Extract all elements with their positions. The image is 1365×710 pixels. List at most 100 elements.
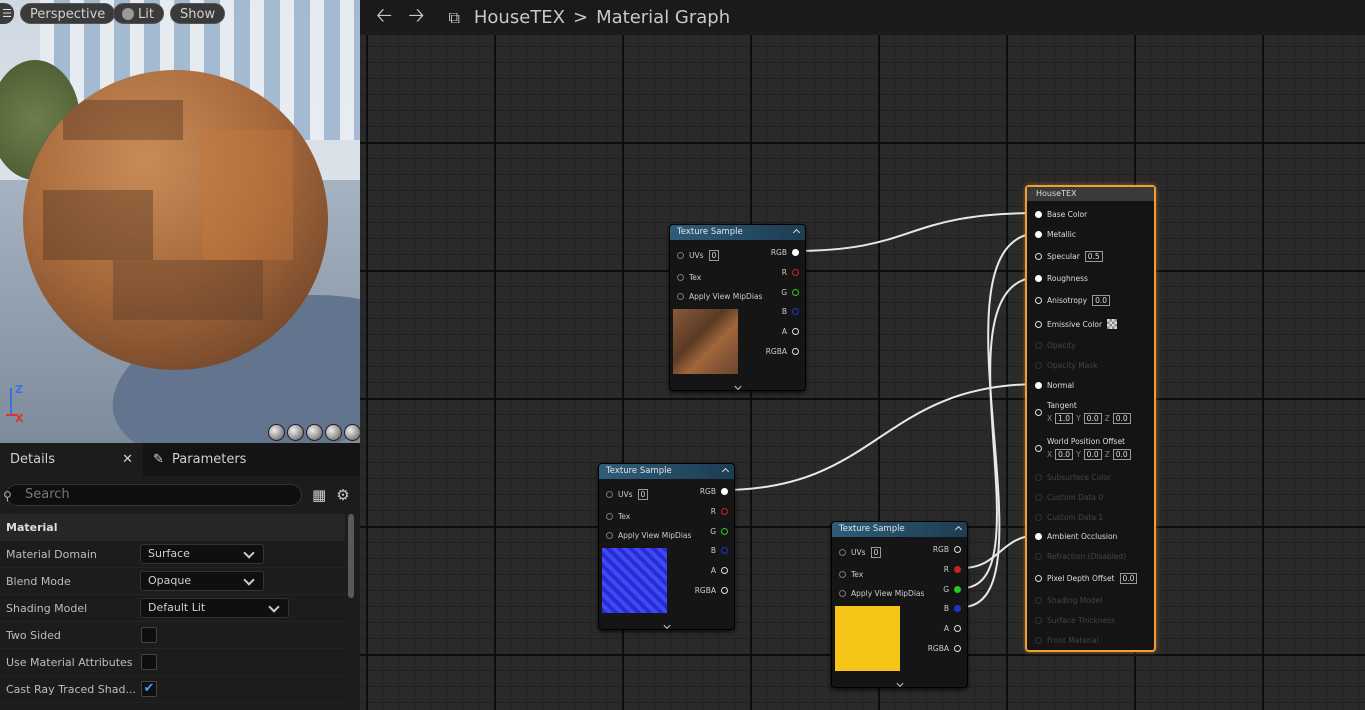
wire-rgb-to-base-color bbox=[792, 212, 1041, 252]
emissive-color-pin[interactable]: Emissive Color bbox=[1035, 319, 1118, 329]
a-output-pin[interactable]: A bbox=[711, 566, 728, 575]
tex-input-pin[interactable]: Tex bbox=[839, 570, 863, 579]
cast-ray-traced-shadows-checkbox[interactable]: ✔ bbox=[141, 681, 157, 697]
rgb-output-pin[interactable]: RGB bbox=[700, 487, 728, 496]
blend-mode-dropdown[interactable]: Opaque bbox=[140, 571, 264, 591]
property-row-shading-model: Shading Model Default Lit bbox=[0, 595, 345, 622]
property-row-two-sided: Two Sided bbox=[0, 622, 345, 649]
lit-sphere-icon bbox=[122, 8, 134, 20]
texture-sample-node-1[interactable]: Texture Sample UVs 0 Tex Apply View MipDi… bbox=[669, 224, 806, 391]
tex-input-pin[interactable]: Tex bbox=[677, 273, 701, 282]
material-graph-canvas[interactable]: 🡠 🡢 ⧉ HouseTEX > Material Graph Texture … bbox=[360, 0, 1365, 710]
chevron-down-icon[interactable] bbox=[733, 382, 742, 391]
b-output-pin[interactable]: B bbox=[944, 604, 961, 613]
pencil-icon: ✎ bbox=[153, 452, 164, 467]
property-label: Cast Ray Traced Shad... bbox=[6, 682, 136, 696]
rgba-output-pin[interactable]: RGBA bbox=[928, 644, 961, 653]
lit-button[interactable]: Lit bbox=[113, 3, 164, 24]
details-scrollbar[interactable] bbox=[348, 514, 354, 598]
cube-preview-icon[interactable] bbox=[325, 424, 342, 441]
a-output-pin[interactable]: A bbox=[944, 624, 961, 633]
rgb-output-pin[interactable]: RGB bbox=[771, 248, 799, 257]
show-button[interactable]: Show bbox=[170, 3, 226, 24]
tab-parameters[interactable]: ✎ Parameters bbox=[143, 443, 256, 476]
table-view-icon[interactable]: ▦ bbox=[312, 486, 326, 504]
details-search-row: ⚲ Search ▦ ⚙ bbox=[0, 476, 360, 514]
material-preview-viewport[interactable]: ☰ Perspective Lit Show Z X bbox=[0, 0, 360, 443]
uvs-input-pin[interactable]: UVs 0 bbox=[677, 250, 720, 261]
g-output-pin[interactable]: G bbox=[943, 585, 961, 594]
pixel-depth-offset-pin[interactable]: Pixel Depth Offset 0.0 bbox=[1035, 573, 1138, 584]
material-section-header[interactable]: Material bbox=[0, 514, 345, 541]
node-title: Texture Sample bbox=[832, 522, 967, 537]
g-output-pin[interactable]: G bbox=[710, 527, 728, 536]
base-color-pin[interactable]: Base Color bbox=[1035, 210, 1087, 219]
rgba-output-pin[interactable]: RGBA bbox=[766, 347, 799, 356]
mip-input-pin[interactable]: Apply View MipDias bbox=[839, 589, 924, 598]
opacity-mask-pin: Opacity Mask bbox=[1035, 361, 1098, 370]
axis-z-label: Z bbox=[15, 383, 23, 396]
rgb-output-pin[interactable]: RGB bbox=[933, 545, 961, 554]
r-output-pin[interactable]: R bbox=[782, 268, 799, 277]
material-domain-dropdown[interactable]: Surface bbox=[140, 544, 264, 564]
texture-thumbnail-orm bbox=[835, 606, 900, 671]
search-icon: ⚲ bbox=[3, 489, 12, 503]
r-output-pin[interactable]: R bbox=[711, 507, 728, 516]
gear-icon[interactable]: ⚙ bbox=[336, 486, 349, 504]
world-position-offset-pin[interactable]: World Position Offset X 0.0 Y 0.0 Z 0.0 bbox=[1035, 437, 1131, 460]
teapot-preview-icon[interactable] bbox=[344, 424, 360, 441]
chevron-down-icon[interactable] bbox=[895, 679, 904, 688]
material-result-node[interactable]: HouseTEX Base Color Metallic Specular 0.5… bbox=[1025, 185, 1156, 652]
opacity-pin: Opacity bbox=[1035, 341, 1076, 350]
tex-input-pin[interactable]: Tex bbox=[606, 512, 630, 521]
mip-input-pin[interactable]: Apply View MipDias bbox=[677, 292, 762, 301]
cylinder-preview-icon[interactable] bbox=[268, 424, 285, 441]
two-sided-checkbox[interactable] bbox=[141, 627, 157, 643]
shading-model-dropdown[interactable]: Default Lit bbox=[140, 598, 289, 618]
g-output-pin[interactable]: G bbox=[781, 288, 799, 297]
tab-details-label: Details bbox=[10, 452, 56, 467]
close-icon[interactable]: ✕ bbox=[122, 443, 133, 476]
property-label: Two Sided bbox=[6, 628, 61, 642]
metallic-pin[interactable]: Metallic bbox=[1035, 230, 1076, 239]
property-row-cast-ray-traced-shadows: Cast Ray Traced Shad... ✔ bbox=[0, 676, 345, 703]
chevron-down-icon[interactable] bbox=[662, 621, 671, 630]
a-output-pin[interactable]: A bbox=[782, 327, 799, 336]
checker-swatch-icon[interactable] bbox=[1107, 319, 1118, 329]
perspective-button[interactable]: Perspective bbox=[20, 3, 116, 24]
surface-thickness-pin: Surface Thickness bbox=[1035, 616, 1115, 625]
preview-sphere[interactable] bbox=[23, 70, 328, 370]
tab-parameters-label: Parameters bbox=[172, 452, 247, 467]
hamburger-icon[interactable]: ☰ bbox=[0, 3, 14, 24]
mip-input-pin[interactable]: Apply View MipDias bbox=[606, 531, 691, 540]
uvs-input-pin[interactable]: UVs 0 bbox=[839, 547, 882, 558]
rgba-output-pin[interactable]: RGBA bbox=[695, 586, 728, 595]
r-output-pin[interactable]: R bbox=[944, 565, 961, 574]
tab-details[interactable]: Details ✕ bbox=[0, 443, 143, 476]
specular-pin[interactable]: Specular 0.5 bbox=[1035, 251, 1103, 262]
details-panel: Details ✕ ✎ Parameters ⚲ Search ▦ ⚙ Mate… bbox=[0, 443, 360, 710]
b-output-pin[interactable]: B bbox=[711, 546, 728, 555]
anisotropy-pin[interactable]: Anisotropy 0.0 bbox=[1035, 295, 1111, 306]
uvs-input-pin[interactable]: UVs 0 bbox=[606, 489, 649, 500]
tangent-pin[interactable]: Tangent X 1.0 Y 0.0 Z 0.0 bbox=[1035, 401, 1131, 424]
ambient-occlusion-pin[interactable]: Ambient Occlusion bbox=[1035, 532, 1117, 541]
property-row-material-domain: Material Domain Surface bbox=[0, 541, 345, 568]
texture-sample-node-3[interactable]: Texture Sample UVs 0 Tex Apply View MipDi… bbox=[831, 521, 968, 688]
subsurface-color-pin: Subsurface Color bbox=[1035, 473, 1111, 482]
roughness-pin[interactable]: Roughness bbox=[1035, 274, 1088, 283]
sphere-preview-icon[interactable] bbox=[287, 424, 304, 441]
normal-pin[interactable]: Normal bbox=[1035, 381, 1074, 390]
plane-preview-icon[interactable] bbox=[306, 424, 323, 441]
node-title: Texture Sample bbox=[599, 464, 734, 479]
search-input[interactable]: ⚲ Search bbox=[3, 484, 302, 506]
texture-thumbnail-albedo bbox=[673, 309, 738, 374]
custom-data-0-pin: Custom Data 0 bbox=[1035, 493, 1103, 502]
property-row-use-material-attributes: Use Material Attributes bbox=[0, 649, 345, 676]
b-output-pin[interactable]: B bbox=[782, 307, 799, 316]
property-label: Shading Model bbox=[6, 601, 88, 615]
texture-sample-node-2[interactable]: Texture Sample UVs 0 Tex Apply View MipDi… bbox=[598, 463, 735, 630]
use-material-attributes-checkbox[interactable] bbox=[141, 654, 157, 670]
axis-z-line bbox=[10, 388, 12, 414]
node-title: Texture Sample bbox=[670, 225, 805, 240]
